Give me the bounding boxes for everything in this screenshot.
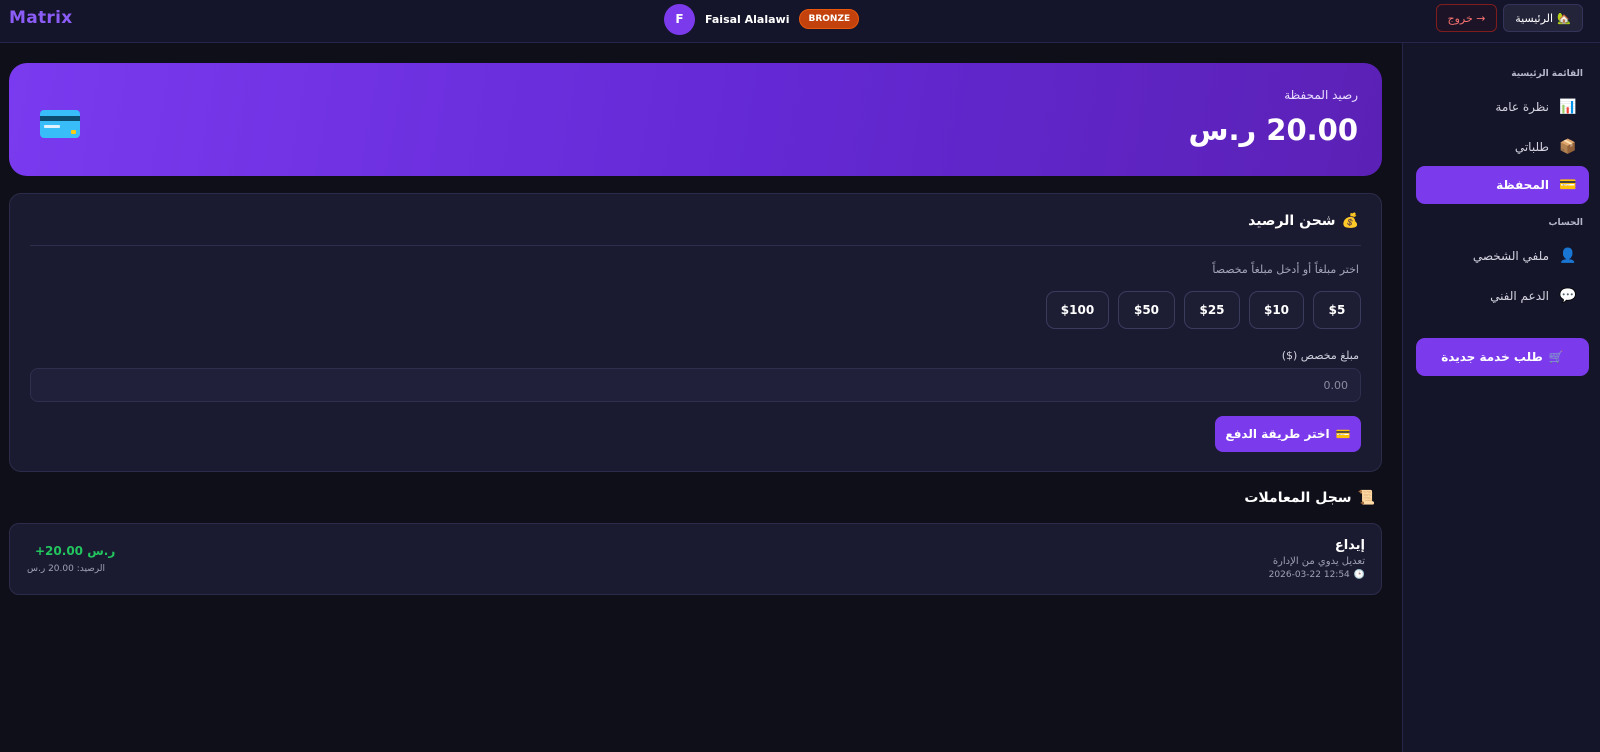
topup-hint: اختر مبلغاً أو أدخل مبلغاً مخصصاً	[1212, 263, 1359, 276]
new-service-label: طلب خدمة جديدة	[1441, 350, 1543, 364]
sidebar-item-profile[interactable]: 👤 ملفي الشخصي	[1416, 237, 1589, 275]
scroll-icon: 📜	[1357, 490, 1375, 506]
home-button[interactable]: الرئيسية 🏡	[1503, 4, 1583, 32]
avatar[interactable]: F	[664, 3, 695, 35]
app-logo[interactable]: Matrix	[9, 8, 73, 28]
choose-payment-label: اختر طريقة الدفع	[1225, 427, 1330, 441]
sidebar-section-main: القائمة الرئيسية	[1511, 69, 1583, 79]
topup-panel: 💰 شحن الرصيد اختر مبلغاً أو أدخل مبلغاً …	[9, 193, 1382, 472]
transaction-description: تعديل يدوي من الإدارة	[1272, 556, 1365, 567]
custom-amount-input[interactable]	[30, 368, 1361, 402]
top-header: Matrix F Faisal Alalawi BRONZE خروج → ال…	[0, 0, 1600, 43]
user-name: Faisal Alalawi	[705, 12, 790, 26]
sidebar-item-overview[interactable]: 📊 نظرة عامة	[1416, 88, 1589, 126]
wallet-balance-card: رصيد المحفظة 20.00 ر.س	[9, 63, 1382, 176]
transaction-balance: الرصيد: 20.00 ر.س	[27, 564, 106, 574]
wallet-label: رصيد المحفظة	[1284, 88, 1358, 102]
amount-option-10[interactable]: $10	[1249, 291, 1304, 329]
sidebar-item-orders[interactable]: 📦 طلباتي	[1416, 128, 1589, 166]
divider	[30, 245, 1361, 246]
choose-payment-button[interactable]: 💳 اختر طريقة الدفع	[1215, 416, 1361, 452]
transaction-type: إيداع	[1334, 538, 1365, 553]
chart-icon: 📊	[1559, 99, 1577, 115]
credit-card-icon: 💳	[1335, 427, 1351, 441]
sidebar: القائمة الرئيسية 📊 نظرة عامة 📦 طلباتي 💳 …	[1402, 43, 1600, 752]
home-label: الرئيسية	[1515, 11, 1554, 25]
money-bag-icon: 💰	[1341, 213, 1359, 229]
logout-button[interactable]: خروج →	[1436, 4, 1497, 32]
chat-icon: 💬	[1559, 288, 1577, 304]
sidebar-item-label: الدعم الفني	[1490, 289, 1549, 303]
sidebar-item-label: نظرة عامة	[1495, 100, 1549, 114]
amount-option-25[interactable]: $25	[1184, 291, 1240, 329]
house-icon: 🏡	[1557, 11, 1571, 25]
transaction-date: 🕒 2026-03-22 12:54	[1269, 570, 1365, 580]
wallet-balance: 20.00 ر.س	[1188, 113, 1358, 147]
transactions-title: 📜 سجل المعاملات	[1244, 490, 1375, 506]
amount-option-5[interactable]: $5	[1313, 291, 1361, 329]
transaction-row: إيداع تعديل يدوي من الإدارة 🕒 2026-03-22…	[9, 523, 1382, 595]
amount-option-100[interactable]: $100	[1046, 291, 1109, 329]
sidebar-item-support[interactable]: 💬 الدعم الفني	[1416, 277, 1589, 315]
custom-amount-label: مبلغ مخصص ($)	[1281, 349, 1359, 362]
package-icon: 📦	[1559, 139, 1577, 155]
sidebar-item-label: ملفي الشخصي	[1472, 249, 1549, 263]
transactions-title-text: سجل المعاملات	[1244, 490, 1352, 506]
tier-badge: BRONZE	[799, 9, 860, 29]
topup-title-text: شحن الرصيد	[1248, 213, 1336, 229]
credit-card-icon	[40, 110, 80, 138]
transaction-amount: +20.00 ر.س	[35, 544, 116, 558]
sidebar-item-label: المحفظة	[1496, 178, 1549, 192]
credit-card-icon: 💳	[1559, 177, 1577, 193]
sidebar-section-account: الحساب	[1548, 218, 1583, 228]
user-icon: 👤	[1559, 248, 1577, 264]
topup-title: 💰 شحن الرصيد	[1248, 213, 1359, 229]
amount-option-50[interactable]: $50	[1118, 291, 1175, 329]
amount-options: $5 $10 $25 $50 $100	[1046, 291, 1361, 329]
cart-icon: 🛒	[1548, 350, 1564, 364]
sidebar-item-wallet[interactable]: 💳 المحفظة	[1416, 166, 1589, 204]
user-info: F Faisal Alalawi BRONZE	[664, 3, 860, 35]
transaction-date-text: 2026-03-22 12:54	[1268, 570, 1350, 580]
new-service-button[interactable]: 🛒 طلب خدمة جديدة	[1416, 338, 1589, 376]
clock-icon: 🕒	[1353, 570, 1365, 580]
sidebar-item-label: طلباتي	[1514, 140, 1549, 154]
